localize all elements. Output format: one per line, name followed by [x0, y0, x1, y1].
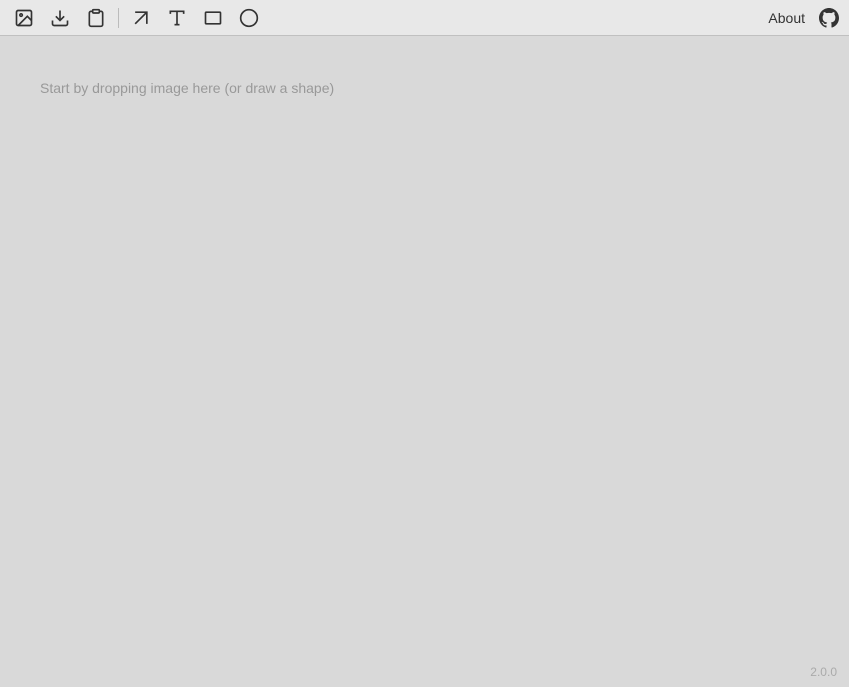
text-icon [167, 8, 187, 28]
about-link[interactable]: About [768, 10, 805, 26]
arrow-tool-button[interactable] [125, 4, 157, 32]
download-tool-button[interactable] [44, 4, 76, 32]
github-icon[interactable] [817, 6, 841, 30]
clipboard-tool-button[interactable] [80, 4, 112, 32]
toolbar-separator-1 [118, 8, 119, 28]
ellipse-icon [239, 8, 259, 28]
toolbar-right: About [768, 6, 841, 30]
ellipse-tool-button[interactable] [233, 4, 265, 32]
rectangle-tool-button[interactable] [197, 4, 229, 32]
toolbar: About [0, 0, 849, 36]
arrow-icon [131, 8, 151, 28]
rectangle-icon [203, 8, 223, 28]
hint-text: Start by dropping image here (or draw a … [40, 80, 334, 96]
image-tool-button[interactable] [8, 4, 40, 32]
download-icon [50, 8, 70, 28]
image-icon [14, 8, 34, 28]
text-tool-button[interactable] [161, 4, 193, 32]
clipboard-icon [86, 8, 106, 28]
version-text: 2.0.0 [810, 665, 837, 679]
toolbar-left [8, 4, 764, 32]
canvas-area[interactable]: Start by dropping image here (or draw a … [0, 36, 849, 687]
